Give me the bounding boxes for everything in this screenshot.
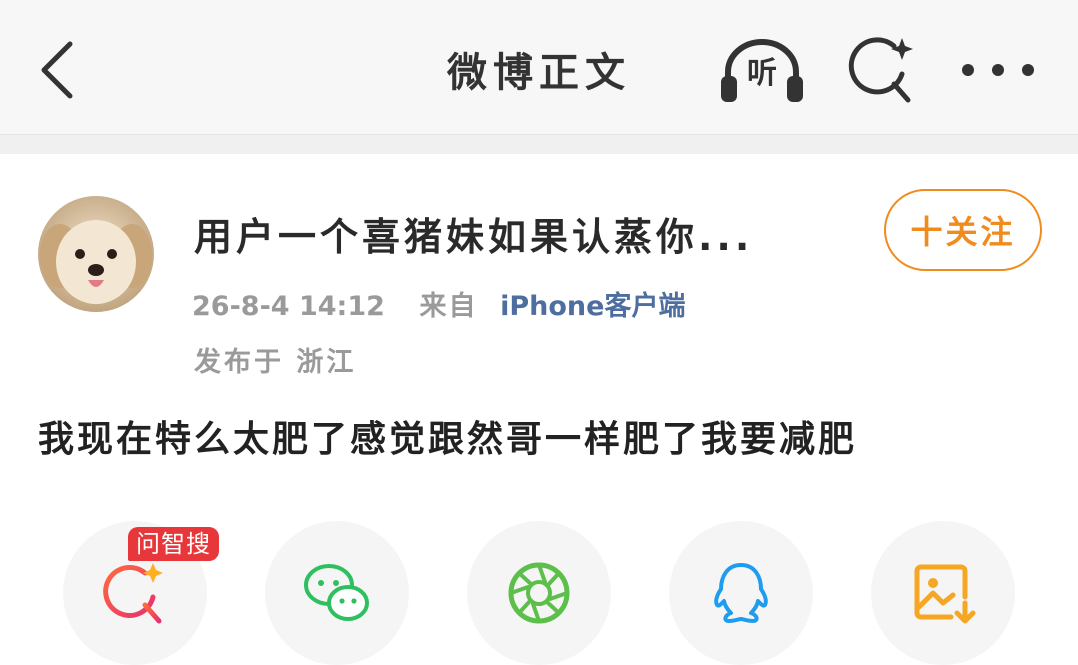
post-time: 26-8-4 14:12 xyxy=(192,291,385,322)
save-image-button[interactable] xyxy=(871,521,1015,665)
avatar[interactable] xyxy=(38,196,154,312)
ai-search-badge: 问智搜 xyxy=(128,527,219,561)
moments-icon xyxy=(508,562,570,624)
more-dots-icon xyxy=(962,64,1034,76)
moments-share-button[interactable] xyxy=(467,521,611,665)
qq-icon xyxy=(714,563,768,623)
source-client-link[interactable]: iPhone客户端 xyxy=(500,291,685,322)
listen-button[interactable]: 听 xyxy=(716,36,808,108)
save-image-icon xyxy=(914,564,976,624)
section-divider xyxy=(0,134,1078,154)
ai-search-button[interactable] xyxy=(846,34,918,106)
username[interactable]: 用户一个喜猪妹如果认蒸你... xyxy=(194,206,753,261)
source-prefix: 来自 xyxy=(419,291,478,322)
ai-search-share-icon xyxy=(103,563,163,624)
ai-search-icon xyxy=(848,37,913,103)
listen-label: 听 xyxy=(747,56,777,91)
post-location: 发布于 浙江 xyxy=(194,347,357,378)
more-button[interactable] xyxy=(956,50,1040,90)
follow-button[interactable]: 十关注 xyxy=(884,189,1042,271)
puppy-avatar-image xyxy=(38,196,154,312)
wechat-share-button[interactable] xyxy=(265,521,409,665)
post-meta: 26-8-4 14:12 来自 iPhone客户端 xyxy=(192,284,685,323)
wechat-icon xyxy=(304,564,369,621)
top-bar: 微博正文 听 xyxy=(0,0,1078,134)
post-body: 我现在特么太肥了感觉跟然哥一样肥了我要减肥 xyxy=(38,419,858,460)
qq-share-button[interactable] xyxy=(669,521,813,665)
